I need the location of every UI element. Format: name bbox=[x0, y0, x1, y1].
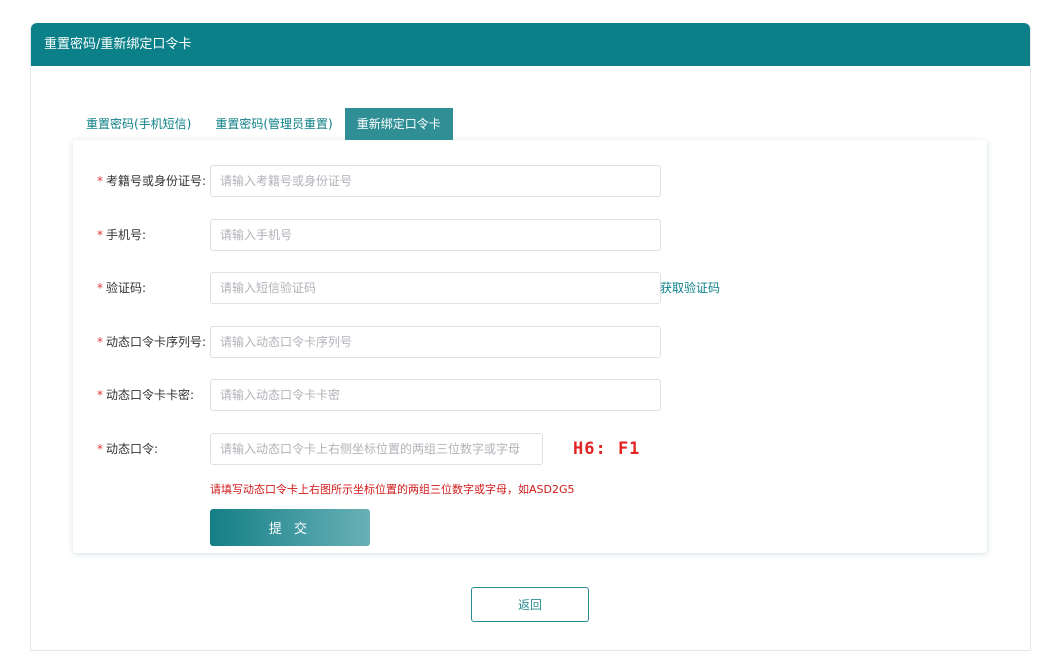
sms-code-label: 验证码: bbox=[106, 281, 147, 295]
sms-code-input[interactable] bbox=[210, 272, 661, 304]
tab-bar: 重置密码(手机短信) 重置密码(管理员重置) 重新绑定口令卡 bbox=[74, 108, 453, 141]
form-row-card-serial: * 动态口令卡序列号: bbox=[73, 326, 987, 358]
required-mark: * bbox=[97, 442, 103, 456]
dynamic-code-hint: 请填写动态口令卡上右图所示坐标位置的两组三位数字或字母，如ASD2G5 bbox=[210, 483, 575, 496]
rebind-form: *考籍号或身份证号: *手机号: *验证码: 获取验证码 *动态口令卡序列号: … bbox=[73, 140, 987, 553]
back-button[interactable]: 返回 bbox=[471, 587, 589, 622]
dynamic-code-label: 动态口令: bbox=[106, 442, 159, 456]
phone-input[interactable] bbox=[210, 219, 661, 251]
required-mark: * bbox=[97, 281, 103, 295]
form-row-card-secret: * 动态口令卡卡密: bbox=[73, 379, 987, 411]
card-serial-label: 动态口令卡序列号: bbox=[106, 335, 207, 349]
form-row-phone: * 手机号: bbox=[73, 219, 987, 251]
phone-label: 手机号: bbox=[106, 228, 147, 242]
card-coordinates: H6: F1 bbox=[573, 439, 641, 459]
required-mark: * bbox=[97, 228, 103, 242]
card-secret-label: 动态口令卡卡密: bbox=[106, 388, 195, 402]
form-row-dynamic-code: *动态口令: H6: F1 bbox=[73, 433, 987, 465]
dynamic-code-input[interactable] bbox=[210, 433, 543, 465]
form-row-sms-code: *验证码: 获取验证码 bbox=[73, 272, 987, 304]
tab-rebind-card[interactable]: 重新绑定口令卡 bbox=[344, 108, 453, 141]
reset-panel: 重置密码/重新绑定口令卡 重置密码(手机短信) 重置密码(管理员重置) 重新绑定… bbox=[30, 23, 1031, 651]
exam-id-input[interactable] bbox=[210, 165, 661, 197]
form-row-exam-id: * 考籍号或身份证号: bbox=[73, 165, 987, 197]
required-mark: * bbox=[97, 388, 103, 402]
tab-reset-by-admin[interactable]: 重置密码(管理员重置) bbox=[203, 108, 344, 141]
get-code-link[interactable]: 获取验证码 bbox=[660, 272, 720, 304]
card-secret-input[interactable] bbox=[210, 379, 661, 411]
exam-id-label: 考籍号或身份证号: bbox=[106, 174, 207, 188]
required-mark: * bbox=[97, 335, 103, 349]
panel-title: 重置密码/重新绑定口令卡 bbox=[31, 23, 1030, 66]
required-mark: * bbox=[97, 174, 103, 188]
tab-reset-by-sms[interactable]: 重置密码(手机短信) bbox=[74, 108, 203, 141]
card-serial-input[interactable] bbox=[210, 326, 661, 358]
submit-button[interactable]: 提 交 bbox=[210, 509, 370, 546]
